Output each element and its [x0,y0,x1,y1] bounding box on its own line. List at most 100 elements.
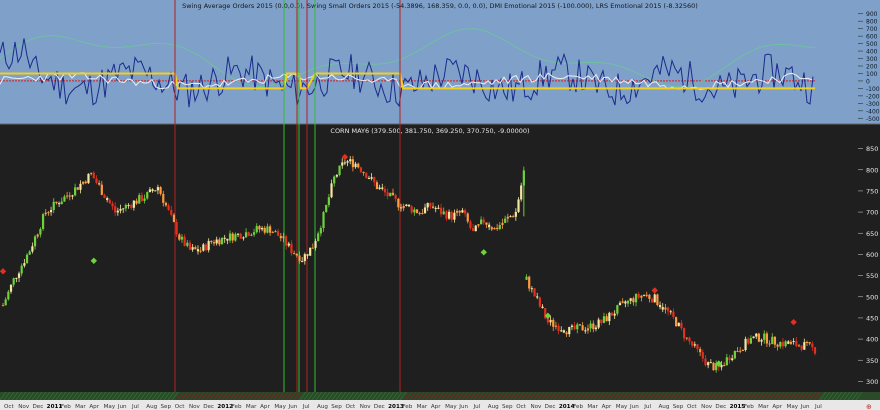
candle-body [613,313,616,316]
candle-body [162,193,165,203]
candle-body [12,278,15,285]
candle-body [447,211,451,219]
candle-body [354,163,357,168]
candle-body [669,311,672,313]
candle-body [220,237,224,245]
candle-body [15,277,18,279]
x-axis-label: Jun [288,404,298,410]
osc-tick-label: -100 [866,86,880,93]
candle-body [472,228,475,232]
candle-body [749,338,752,344]
candle-body [434,207,437,209]
candle-body [108,199,111,204]
candle-body [536,296,539,298]
candle-body [554,325,558,327]
candle-body [389,192,392,197]
candle-body [252,232,256,235]
candle-body [260,227,264,230]
candle-body [188,242,192,250]
candle-body [293,253,296,255]
x-axis-label: Feb [573,404,583,410]
candle-body [239,233,242,239]
candle-body [800,345,803,350]
candle-body [439,207,443,215]
candle-body [768,343,771,345]
candle-body [301,261,304,263]
candle-body [747,338,750,344]
candle-body [4,299,7,306]
candle-body [258,226,261,230]
candle-body [610,312,614,316]
candle-body [688,337,691,342]
candle-body [231,233,234,241]
candle-body [132,200,135,208]
candle-body [357,163,360,168]
x-axis-label: Aug [488,404,499,410]
candle-body [33,236,37,247]
candle-body [474,225,477,232]
candle-body [661,307,664,310]
x-axis-label: Jul [302,404,310,410]
candle-body [202,244,205,251]
osc-tick-label: 200 [866,64,878,71]
candle-body [707,362,710,366]
candle-body [266,226,269,233]
candle-body [370,177,373,179]
candle-body [450,211,453,220]
candle-body [180,236,184,240]
candle-body [212,242,216,244]
price-tick-label: 600 [866,251,878,259]
candle-body [677,322,680,327]
candle-body [60,201,63,205]
x-axis-label: Oct [175,404,185,410]
candle-body [151,189,154,192]
candle-body [7,291,10,300]
candle-body [573,325,576,330]
candle-body [186,242,189,246]
candle-body [797,345,801,347]
candle-body [488,224,491,228]
candle-body [739,350,742,352]
candle-body [322,212,325,229]
candle-body [156,187,160,191]
candle-body [701,352,704,359]
candle-body [362,171,365,173]
corner-icon[interactable]: ⊕ [866,403,872,410]
candle-body [584,330,587,332]
x-axis-label: May [104,404,116,410]
candle-body [84,181,87,184]
candle-body [191,247,194,250]
candle-body [704,358,707,366]
x-axis-label: Feb [232,404,242,410]
candle-body [39,228,42,235]
price-tick-label: 800 [866,166,878,174]
candle-body [650,298,654,303]
candle-body [303,254,306,262]
candle-body [122,208,125,210]
candle-body [295,253,298,256]
candle-body [813,347,817,354]
candle-body [178,234,181,240]
candle-body [477,224,480,226]
candle-body [795,341,798,346]
x-axis-label: Aug [317,404,328,410]
price-tick-label: 750 [866,187,878,195]
candle-body [461,210,464,213]
x-axis-label: Oct [345,404,355,410]
candle-body [124,205,127,209]
candle-body [578,324,582,326]
candle-body [423,207,427,214]
candle-body [285,236,288,246]
x-axis-label: Sep [502,404,513,410]
x-axis-label: Aug [658,404,669,410]
candle-body [792,341,795,343]
candle-body [586,328,590,331]
candle-body [226,238,229,241]
x-axis-label: Nov [189,404,201,410]
candle-body [87,173,90,184]
candle-body [634,294,638,303]
candle-body [413,209,416,213]
candle-body [359,167,363,172]
candle-body [437,207,440,209]
candle-body [757,333,761,342]
